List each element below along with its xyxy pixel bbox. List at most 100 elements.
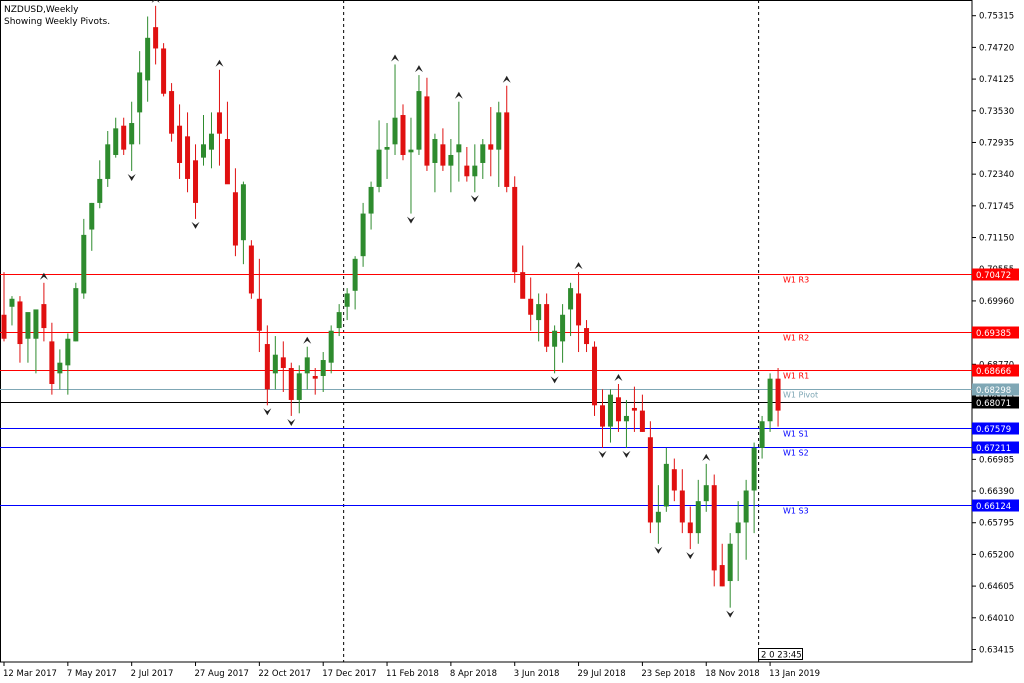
candle-body xyxy=(121,125,127,150)
candle-body xyxy=(177,125,183,163)
fractal-up-icon xyxy=(391,54,400,62)
fractal-down-icon xyxy=(127,173,136,181)
fractal-up-icon xyxy=(502,75,511,83)
pivot-level-label: W1 R2 xyxy=(783,334,809,343)
candle-body xyxy=(129,123,135,145)
candle-body xyxy=(615,397,621,422)
candle-body xyxy=(248,245,254,294)
candle-body xyxy=(408,149,414,153)
candle-body xyxy=(631,407,637,411)
candle-body xyxy=(272,354,278,374)
candle-body xyxy=(328,330,334,363)
candle-body xyxy=(671,469,677,491)
fractal-down-icon xyxy=(622,450,631,458)
candle-body xyxy=(424,96,430,166)
candle-body xyxy=(320,360,326,377)
candle-body xyxy=(448,154,454,166)
candle-body xyxy=(432,139,438,163)
candle-body xyxy=(488,144,494,150)
candle-body xyxy=(416,91,422,150)
candle-body xyxy=(105,144,111,179)
x-tick-label: 13 Jan 2019 xyxy=(769,669,820,679)
candle-body xyxy=(336,312,342,329)
y-tick-label: 0.65795 xyxy=(979,519,1014,529)
candle-body xyxy=(376,149,382,187)
candle-body xyxy=(719,565,725,587)
candle-body xyxy=(775,378,781,411)
fractal-down-icon xyxy=(686,552,695,560)
candle-body xyxy=(607,394,613,427)
candle-body xyxy=(17,301,23,345)
candle-body xyxy=(584,328,590,345)
candle-body xyxy=(727,543,733,582)
candle-body xyxy=(400,115,406,155)
fractal-up-icon xyxy=(414,65,423,73)
fractal-up-icon xyxy=(454,91,463,99)
candle-body xyxy=(663,463,669,507)
candle-body xyxy=(89,202,95,230)
countdown-label: 2 0 23:45 xyxy=(761,651,802,661)
candle-body xyxy=(536,304,542,321)
candle-body xyxy=(185,136,191,179)
candle-body xyxy=(472,165,478,177)
candle-body xyxy=(440,144,446,166)
x-tick-label: 17 Dec 2017 xyxy=(322,669,376,679)
candle-body xyxy=(552,330,558,347)
y-tick-label: 0.66985 xyxy=(979,455,1014,465)
x-tick-label: 22 Oct 2017 xyxy=(258,669,311,679)
chart-title: NZDUSD,Weekly xyxy=(4,5,79,15)
candle-body xyxy=(216,112,222,134)
price-tag-label: 0.68666 xyxy=(976,367,1011,377)
x-tick-label: 18 Nov 2018 xyxy=(705,669,759,679)
y-tick-label: 0.72340 xyxy=(979,170,1014,180)
candle-body xyxy=(544,304,550,347)
candle-body xyxy=(360,213,366,257)
candle-body xyxy=(57,362,63,374)
candle-body xyxy=(73,288,79,342)
candle-body xyxy=(703,485,709,502)
candle-body xyxy=(232,192,238,246)
fractal-up-icon xyxy=(215,59,224,67)
candle-body xyxy=(496,112,502,150)
price-tag-label: 0.67211 xyxy=(976,444,1011,454)
candle-body xyxy=(296,373,302,400)
price-tag-label: 0.66124 xyxy=(976,502,1011,512)
candle-body xyxy=(9,298,15,307)
candle-body xyxy=(568,288,574,310)
price-tag-label: 0.68071 xyxy=(976,399,1011,409)
candle-body xyxy=(201,144,206,158)
y-tick-label: 0.66390 xyxy=(979,487,1014,497)
y-tick-label: 0.74125 xyxy=(979,75,1014,85)
y-tick-label: 0.64010 xyxy=(979,614,1014,624)
y-tick-label: 0.71150 xyxy=(979,234,1014,244)
candle-body xyxy=(623,415,629,422)
candle-body xyxy=(711,485,717,571)
fractal-up-icon xyxy=(614,373,623,381)
fractal-down-icon xyxy=(470,195,479,203)
x-tick-label: 2 Jul 2017 xyxy=(131,669,174,679)
pivot-level-label: W1 R3 xyxy=(783,276,809,285)
candle-body xyxy=(520,272,526,299)
fractal-down-icon xyxy=(263,408,272,416)
candle-body xyxy=(312,376,318,379)
candle-body xyxy=(169,91,175,134)
candle-body xyxy=(368,186,374,214)
candle-body xyxy=(161,48,167,94)
candle-body xyxy=(743,490,749,523)
candle-body xyxy=(576,293,582,326)
candle-body xyxy=(735,522,741,534)
candle-body xyxy=(560,314,566,342)
nzdusd-weekly-chart: 0.75315 0.74720 0.74125 0.73530 0.72935 0.723… xyxy=(0,0,1024,683)
candle-body xyxy=(49,341,55,384)
price-tag-label: 0.68298 xyxy=(976,386,1011,396)
pivot-level-label: W1 S3 xyxy=(783,507,809,516)
x-tick-label: 7 May 2017 xyxy=(67,669,117,679)
x-tick-label: 3 Jun 2018 xyxy=(514,669,560,679)
candle-body xyxy=(264,344,270,390)
candle-body xyxy=(600,405,605,427)
candle-body xyxy=(464,165,470,177)
fractal-up-icon xyxy=(303,336,312,344)
chart-subtitle: Showing Weekly Pivots. xyxy=(4,17,110,27)
fractal-up-icon xyxy=(702,453,711,461)
candle-body xyxy=(224,139,230,185)
